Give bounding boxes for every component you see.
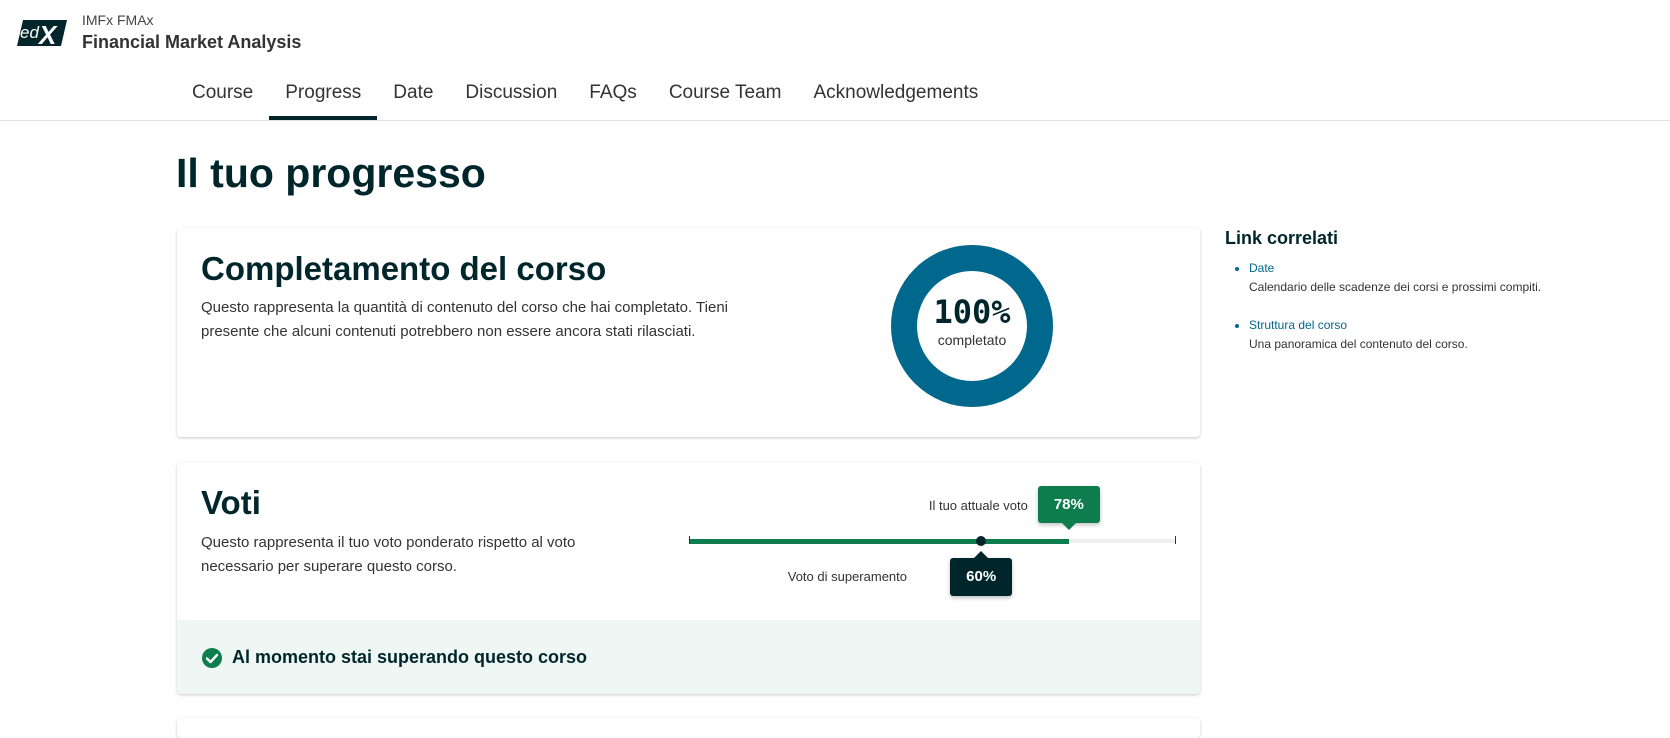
grade-bar-start-tick xyxy=(689,536,690,544)
passing-grade-marker xyxy=(976,536,987,546)
course-org: IMFx FMAx xyxy=(82,12,154,28)
tab-course-team[interactable]: Course Team xyxy=(653,70,798,120)
related-link-course-outline[interactable]: Struttura del corso xyxy=(1249,316,1645,335)
tab-date[interactable]: Date xyxy=(377,70,449,120)
grade-status-text: Al momento stai superando questo corso xyxy=(232,647,588,667)
completion-description: Questo rappresenta la quantità di conten… xyxy=(201,299,728,340)
related-link-description: Calendario delle scadenze dei corsi e pr… xyxy=(1249,280,1542,294)
completion-percent: 100% xyxy=(933,293,1011,331)
completion-caption: completato xyxy=(937,332,1007,348)
related-link-item: Struttura del corso Una panoramica del c… xyxy=(1249,316,1645,353)
grade-bar-end-tick xyxy=(1175,536,1176,544)
check-circle-icon xyxy=(202,648,222,668)
related-links-list: Date Calendario delle scadenze dei corsi… xyxy=(1225,259,1645,353)
course-header: ed X IMFx FMAx Financial Market Analysis… xyxy=(0,0,1670,121)
tab-faqs[interactable]: FAQs xyxy=(573,70,653,120)
current-grade-label: Il tuo attuale voto xyxy=(928,498,1028,513)
grades-title: Voti xyxy=(201,484,261,521)
svg-text:ed: ed xyxy=(20,23,39,42)
next-card xyxy=(177,718,1200,738)
passing-grade-label: Voto di superamento xyxy=(787,569,907,584)
tab-course[interactable]: Course xyxy=(176,70,269,120)
related-links-sidebar: Link correlati Date Calendario delle sca… xyxy=(1225,228,1645,373)
page-title: Il tuo progresso xyxy=(176,150,486,196)
current-grade-badge: 78% xyxy=(1037,486,1100,530)
course-tabs: Course Progress Date Discussion FAQs Cou… xyxy=(176,70,994,120)
related-link-item: Date Calendario delle scadenze dei corsi… xyxy=(1249,259,1645,296)
tab-discussion[interactable]: Discussion xyxy=(449,70,573,120)
tab-progress[interactable]: Progress xyxy=(269,70,378,120)
grade-bar-fill xyxy=(689,539,1069,544)
passing-grade-badge: 60% xyxy=(950,551,1013,596)
grades-description: Questo rappresenta il tuo voto ponderato… xyxy=(201,534,576,575)
edx-logo[interactable]: ed X xyxy=(17,18,67,48)
completion-title: Completamento del corso xyxy=(201,250,607,287)
course-completion-card: Completamento del corso Questo rappresen… xyxy=(177,228,1200,437)
related-links-title: Link correlati xyxy=(1225,228,1339,248)
course-title: Financial Market Analysis xyxy=(82,32,302,52)
grades-card: Voti Questo rappresenta il tuo voto pond… xyxy=(177,463,1200,694)
grade-status-banner: Al momento stai superando questo corso xyxy=(177,620,1200,694)
related-link-dates[interactable]: Date xyxy=(1249,259,1645,278)
svg-text:X: X xyxy=(37,20,58,48)
tab-acknowledgements[interactable]: Acknowledgements xyxy=(797,70,994,120)
related-link-description: Una panoramica del contenuto del corso. xyxy=(1249,337,1468,351)
